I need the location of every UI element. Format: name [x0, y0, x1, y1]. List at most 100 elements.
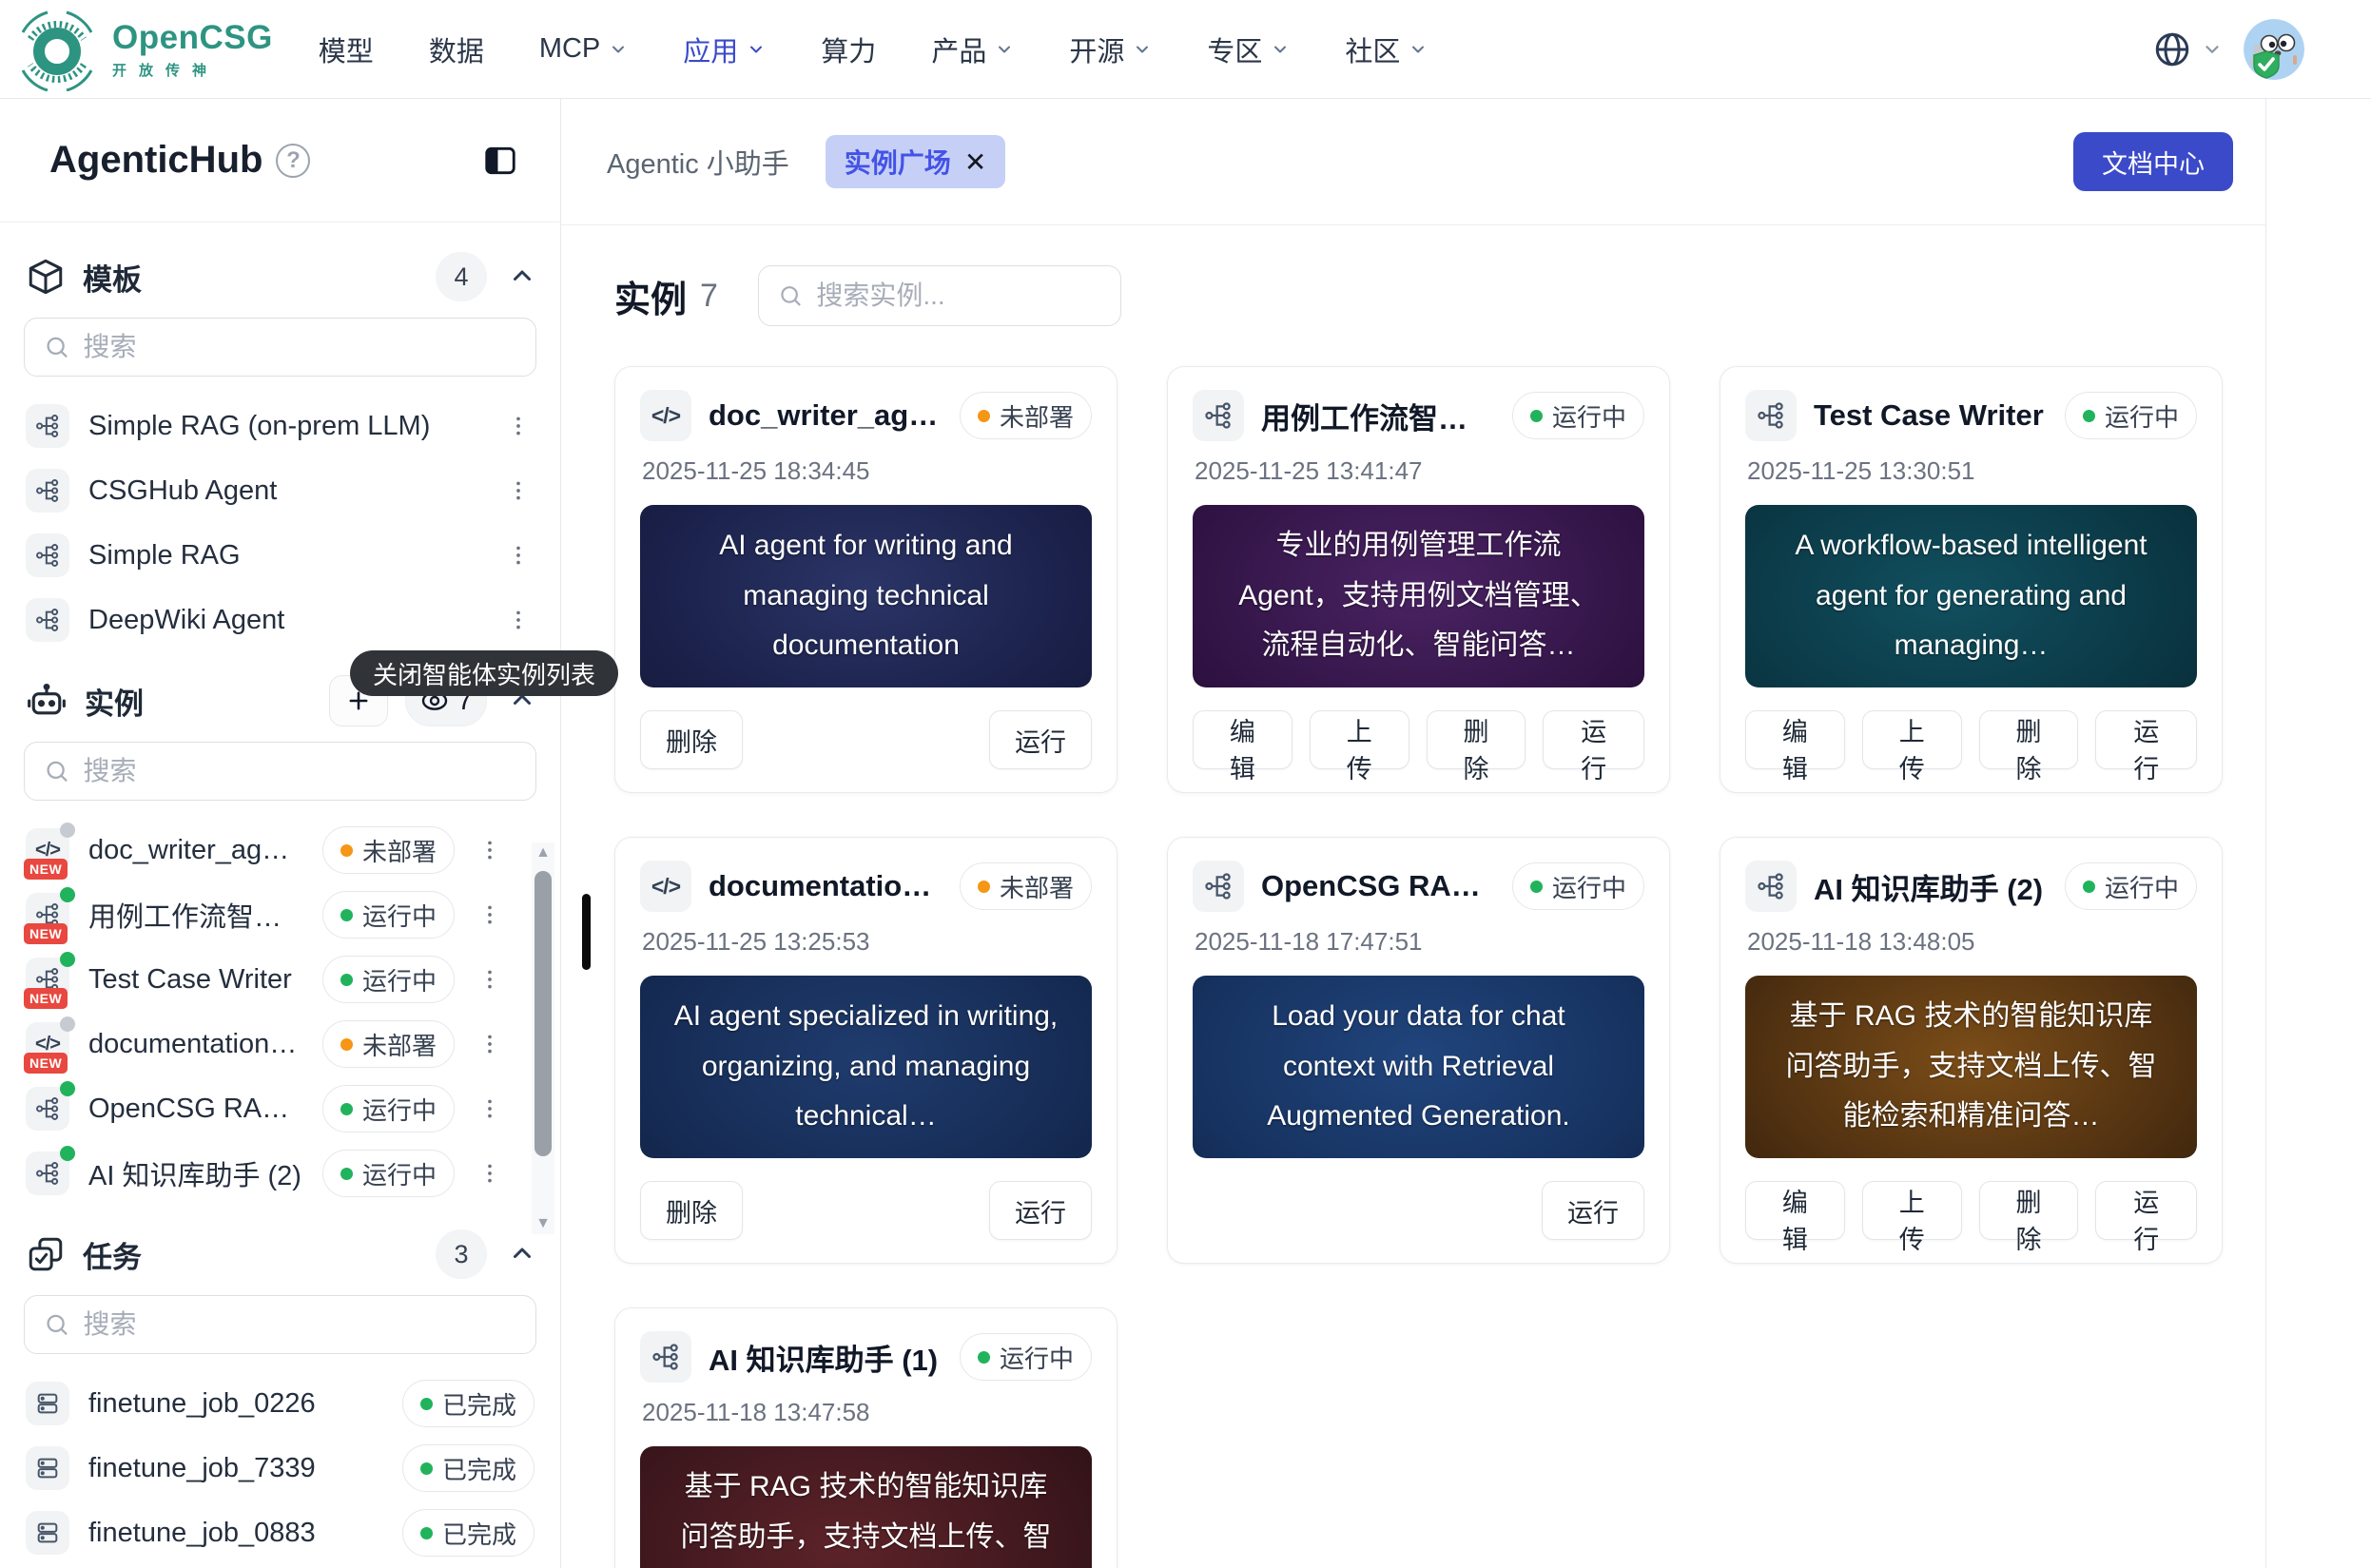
instances-search-input[interactable]	[84, 756, 517, 786]
task-item[interactable]: finetune_job_7339 已完成	[24, 1440, 536, 1497]
status-dot	[420, 1462, 433, 1475]
instance-name: Test Case Writer	[88, 964, 303, 996]
template-item[interactable]: DeepWiki Agent	[24, 591, 536, 648]
instance-name: documentation_write…	[88, 1029, 303, 1060]
instance-card[interactable]: AI 知识库助手 (2) 运行中 2025-11-18 13:48:05 基于 …	[1720, 837, 2223, 1264]
instance-card[interactable]: doc_writer_agent_v1.0 未部署 2025-11-25 18:…	[614, 366, 1117, 793]
nav-item[interactable]: 社区	[1345, 29, 1428, 69]
tasks-section-label: 任务	[83, 1233, 142, 1276]
run-button[interactable]: 运行	[2095, 710, 2197, 769]
card-action-button[interactable]: 上传	[1862, 710, 1962, 769]
workflow-icon	[34, 542, 61, 569]
status-label: 运行中	[1552, 398, 1626, 434]
more-options-button[interactable]	[502, 604, 534, 636]
nav-item[interactable]: 算力	[821, 29, 876, 69]
more-options-button[interactable]	[502, 539, 534, 571]
template-item[interactable]: CSGHub Agent	[24, 462, 536, 519]
instance-card[interactable]: OpenCSG RAG instance 运行中 2025-11-18 17:4…	[1167, 837, 1670, 1264]
card-type-icon	[1193, 861, 1244, 912]
close-icon[interactable]: ✕	[964, 146, 986, 178]
instance-card[interactable]: 用例工作流智能助手 运行中 2025-11-25 13:41:47 专业的用例管…	[1167, 366, 1670, 793]
help-icon[interactable]	[276, 144, 310, 178]
card-action-button[interactable]: 删除	[1979, 1181, 2079, 1240]
nav-item[interactable]: 应用	[683, 29, 766, 69]
workflow-icon	[1203, 400, 1234, 431]
card-action-button[interactable]: 编辑	[1745, 1181, 1845, 1240]
card-banner: A workflow-based intelligent agent for g…	[1745, 505, 2197, 687]
status-badge: 运行中	[2065, 862, 2197, 910]
filter-chip-instance-plaza[interactable]: 实例广场 ✕	[826, 135, 1005, 188]
list-count: 7	[700, 278, 718, 315]
run-button[interactable]: 运行	[1542, 1181, 1644, 1240]
card-action-button[interactable]: 上传	[1862, 1181, 1962, 1240]
nav-item[interactable]: 数据	[429, 29, 484, 69]
task-item[interactable]: finetune_job_0226 已完成	[24, 1375, 536, 1432]
docs-center-button[interactable]: 文档中心	[2073, 132, 2233, 191]
more-options-button[interactable]	[474, 834, 506, 866]
scroll-up-arrow[interactable]: ▲	[535, 842, 551, 863]
card-action-button[interactable]: 删除	[1427, 710, 1526, 769]
tooltip-close-instance-list: 关闭智能体实例列表	[350, 650, 618, 696]
instance-item[interactable]: NEW doc_writer_agent_v1.0 未部署	[24, 822, 508, 879]
templates-search-input[interactable]	[84, 332, 517, 362]
scrollbar-thumb[interactable]	[534, 871, 552, 1156]
panel-drag-handle[interactable]	[582, 894, 591, 970]
templates-section-header[interactable]: 模板 4	[24, 249, 536, 304]
card-action-button[interactable]: 删除	[640, 710, 743, 769]
card-banner: 基于 RAG 技术的智能知识库问答助手，支持文档上传、智能检索和精准问答…	[1745, 976, 2197, 1158]
more-options-button[interactable]	[502, 410, 534, 442]
more-options-button[interactable]	[474, 1157, 506, 1190]
instance-item[interactable]: AI 知识库助手 (2) 运行中	[24, 1145, 508, 1202]
grid-search-input[interactable]	[816, 281, 1101, 311]
instance-item[interactable]: OpenCSG RAG instance 运行中	[24, 1080, 508, 1137]
template-item[interactable]: Simple RAG	[24, 527, 536, 584]
kebab-icon	[477, 838, 502, 862]
instance-card[interactable]: AI 知识库助手 (1) 运行中 2025-11-18 13:47:58 基于 …	[614, 1307, 1117, 1568]
instance-item[interactable]: NEW documentation_write… 未部署	[24, 1016, 508, 1073]
more-options-button[interactable]	[474, 963, 506, 996]
status-badge: 运行中	[322, 891, 455, 939]
instance-card[interactable]: documentation_writer_… 未部署 2025-11-25 13…	[614, 837, 1117, 1264]
tasks-collapse-button[interactable]	[508, 1240, 536, 1268]
language-switcher[interactable]	[2152, 29, 2223, 69]
status-dot	[340, 1038, 353, 1051]
tasks-search	[24, 1295, 536, 1354]
scroll-down-arrow[interactable]: ▼	[535, 1213, 551, 1234]
instances-scrollbar[interactable]: ▲ ▼	[532, 842, 554, 1234]
run-button[interactable]: 运行	[2095, 1181, 2197, 1240]
card-description: 专业的用例管理工作流Agent，支持用例文档管理、流程自动化、智能问答…	[1225, 521, 1612, 671]
more-options-button[interactable]	[474, 899, 506, 931]
instance-item[interactable]: NEW Test Case Writer 运行中	[24, 951, 508, 1008]
avatar[interactable]	[2244, 19, 2304, 80]
presence-dot	[60, 1016, 75, 1032]
nav-item[interactable]: 模型	[319, 29, 374, 69]
card-action-button[interactable]: 删除	[640, 1181, 743, 1240]
card-action-button[interactable]: 编辑	[1193, 710, 1292, 769]
tasks-section-header[interactable]: 任务 3	[24, 1227, 536, 1282]
card-action-button[interactable]: 编辑	[1745, 710, 1845, 769]
run-button[interactable]: 运行	[989, 710, 1092, 769]
status-label: 运行中	[2105, 869, 2179, 904]
code-icon	[651, 403, 680, 429]
brand-logo[interactable]: OpenCSG 开放传神	[15, 8, 273, 91]
run-button[interactable]: 运行	[1543, 710, 1644, 769]
instance-item[interactable]: NEW 用例工作流智能助手 运行中	[24, 886, 508, 943]
card-action-button[interactable]: 删除	[1979, 710, 2079, 769]
nav-item[interactable]: 专区	[1207, 29, 1290, 69]
tasks-search-input[interactable]	[84, 1309, 517, 1340]
card-action-button[interactable]: 上传	[1310, 710, 1409, 769]
more-options-button[interactable]	[502, 474, 534, 507]
run-button[interactable]: 运行	[989, 1181, 1092, 1240]
more-options-button[interactable]	[474, 1093, 506, 1125]
more-options-button[interactable]	[474, 1028, 506, 1060]
task-item[interactable]: finetune_job_0883 已完成	[24, 1504, 536, 1561]
instance-card[interactable]: Test Case Writer 运行中 2025-11-25 13:30:51…	[1720, 366, 2223, 793]
template-item[interactable]: Simple RAG (on-prem LLM)	[24, 397, 536, 455]
status-label: 已完成	[442, 1516, 516, 1551]
sidebar-toggle-button[interactable]	[482, 143, 518, 179]
nav-item[interactable]: MCP	[539, 33, 628, 65]
card-banner: AI agent specialized in writing, organiz…	[640, 976, 1092, 1158]
nav-item[interactable]: 开源	[1069, 29, 1152, 69]
templates-collapse-button[interactable]	[508, 262, 536, 291]
nav-item[interactable]: 产品	[931, 29, 1014, 69]
